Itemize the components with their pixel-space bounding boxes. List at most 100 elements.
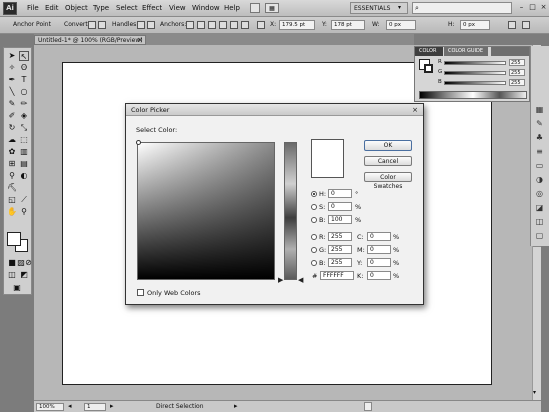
artboards-panel-icon[interactable]: ▢ <box>534 230 545 241</box>
current-tool-status[interactable]: Direct Selection <box>156 403 204 410</box>
maximize-icon[interactable]: □ <box>528 3 537 12</box>
hue-slider-left-arrow-icon[interactable]: ▶ <box>278 277 283 284</box>
green-radio[interactable] <box>311 247 317 253</box>
direct-selection-tool-icon[interactable]: ↖ <box>19 51 29 61</box>
gradient-tool-icon[interactable]: ▤ <box>19 159 29 169</box>
align-icon[interactable] <box>230 21 238 29</box>
paintbrush-tool-icon[interactable]: ✎ <box>7 99 17 109</box>
hex-field[interactable]: FFFFFF <box>320 271 354 280</box>
green-field[interactable]: 255 <box>328 245 352 254</box>
column-graph-tool-icon[interactable]: ▥ <box>19 147 29 157</box>
tab-color[interactable]: COLOR <box>415 47 443 56</box>
hue-field[interactable]: 0 <box>328 189 352 198</box>
connect-anchors-icon[interactable] <box>197 21 205 29</box>
graphic-styles-panel-icon[interactable]: ◪ <box>534 202 545 213</box>
symbol-sprayer-tool-icon[interactable]: ✿ <box>7 147 17 157</box>
symbols-panel-icon[interactable]: ♣ <box>534 132 545 143</box>
reference-point-icon[interactable] <box>257 21 265 29</box>
brushes-panel-icon[interactable]: ✎ <box>534 118 545 129</box>
h-field[interactable]: 0 px <box>460 20 490 30</box>
type-tool-icon[interactable]: T <box>19 75 29 85</box>
menu-object[interactable]: Object <box>65 4 88 12</box>
magenta-field[interactable]: 0 <box>367 245 391 254</box>
warp-tool-icon[interactable]: ☁ <box>7 135 17 145</box>
cut-path-icon[interactable] <box>208 21 216 29</box>
menu-help[interactable]: Help <box>224 4 240 12</box>
status-menu-icon[interactable]: ▸ <box>234 402 238 410</box>
link-icon[interactable] <box>420 21 428 29</box>
menu-select[interactable]: Select <box>116 4 138 12</box>
eraser-tool-icon[interactable]: ◈ <box>19 111 29 121</box>
page-field[interactable]: 1 <box>84 403 106 411</box>
cancel-button[interactable]: Cancel <box>364 156 412 166</box>
scale-tool-icon[interactable]: ⤡ <box>19 123 29 133</box>
zoom-tool-icon[interactable]: ⚲ <box>19 207 29 217</box>
panel-menu-icon[interactable] <box>522 21 530 29</box>
stroke-color-swatch[interactable] <box>424 64 433 73</box>
cyan-field[interactable]: 0 <box>367 232 391 241</box>
color-spectrum-bar[interactable] <box>419 91 527 99</box>
hand-tool-icon[interactable]: ✋ <box>7 207 17 217</box>
convert-smooth-icon[interactable] <box>98 21 106 29</box>
yellow-field[interactable]: 0 <box>367 258 391 267</box>
line-tool-icon[interactable]: ╲ <box>7 87 17 97</box>
pencil-tool-icon[interactable]: ✏ <box>19 99 29 109</box>
draw-behind-icon[interactable]: ◩ <box>19 270 29 280</box>
saturation-brightness-field[interactable] <box>137 142 275 280</box>
red-field[interactable]: 255 <box>328 232 352 241</box>
menu-type[interactable]: Type <box>93 4 109 12</box>
pen-tool-icon[interactable]: ✒ <box>7 75 17 85</box>
isolate-icon[interactable] <box>219 21 227 29</box>
blob-brush-tool-icon[interactable]: ✐ <box>7 111 17 121</box>
close-tab-icon[interactable]: × <box>137 36 143 45</box>
fill-swatch[interactable] <box>7 232 21 246</box>
none-mode-icon[interactable]: ⊘ <box>25 258 32 268</box>
menu-view[interactable]: View <box>169 4 186 12</box>
ellipse-tool-icon[interactable]: ○ <box>19 87 29 97</box>
lasso-tool-icon[interactable]: ʘ <box>19 63 29 73</box>
show-handles-icon[interactable] <box>137 21 145 29</box>
remove-anchor-icon[interactable] <box>186 21 194 29</box>
magic-wand-tool-icon[interactable]: ✧ <box>7 63 17 73</box>
color-r-field[interactable]: 255 <box>509 59 525 66</box>
blend-tool-icon[interactable]: ◐ <box>19 171 29 181</box>
black-field[interactable]: 0 <box>367 271 391 280</box>
convert-corner-icon[interactable] <box>88 21 96 29</box>
selection-tool-icon[interactable]: ➤ <box>7 51 17 61</box>
color-b-slider[interactable] <box>444 81 506 85</box>
swatches-panel-icon[interactable]: ▦ <box>534 104 545 115</box>
color-g-slider[interactable] <box>444 71 506 75</box>
menu-edit[interactable]: Edit <box>45 4 59 12</box>
screen-mode-icon[interactable]: ▣ <box>12 283 22 293</box>
search-input[interactable]: ⌕ <box>412 2 512 14</box>
free-transform-tool-icon[interactable]: ⬚ <box>19 135 29 145</box>
color-r-slider[interactable] <box>444 61 506 65</box>
hide-handles-icon[interactable] <box>147 21 155 29</box>
minimize-icon[interactable]: – <box>517 3 526 12</box>
next-page-icon[interactable]: ▸ <box>110 402 114 410</box>
document-tab[interactable]: Untitled-1* @ 100% (RGB/Preview) × <box>34 35 146 45</box>
menu-effect[interactable]: Effect <box>142 4 162 12</box>
appearance-panel-icon[interactable]: ◎ <box>534 188 545 199</box>
red-radio[interactable] <box>311 234 317 240</box>
hue-slider-right-arrow-icon[interactable]: ◀ <box>298 277 303 284</box>
x-field[interactable]: 179.5 pt <box>279 20 315 30</box>
arrange-documents-icon[interactable]: ▦ <box>265 3 279 13</box>
y-field[interactable]: 178 pt <box>331 20 365 30</box>
close-icon[interactable]: × <box>539 3 548 12</box>
distribute-icon[interactable] <box>241 21 249 29</box>
draw-normal-icon[interactable]: ◫ <box>7 270 17 280</box>
brightness-radio[interactable] <box>311 217 317 223</box>
saturation-radio[interactable] <box>311 204 317 210</box>
eyedropper-tool-icon[interactable]: ⚲ <box>7 171 17 181</box>
color-selector-marker[interactable] <box>136 140 141 145</box>
mesh-tool-icon[interactable]: ⊞ <box>7 159 17 169</box>
blue-field[interactable]: 255 <box>328 258 352 267</box>
dialog-close-icon[interactable]: × <box>410 105 420 115</box>
brightness-field[interactable]: 100 <box>328 215 352 224</box>
layers-panel-icon[interactable]: ◫ <box>534 216 545 227</box>
slice-tool-icon[interactable]: ⟋ <box>19 195 29 205</box>
rotate-tool-icon[interactable]: ↻ <box>7 123 17 133</box>
blue-radio[interactable] <box>311 260 317 266</box>
color-b-field[interactable]: 255 <box>509 79 525 86</box>
